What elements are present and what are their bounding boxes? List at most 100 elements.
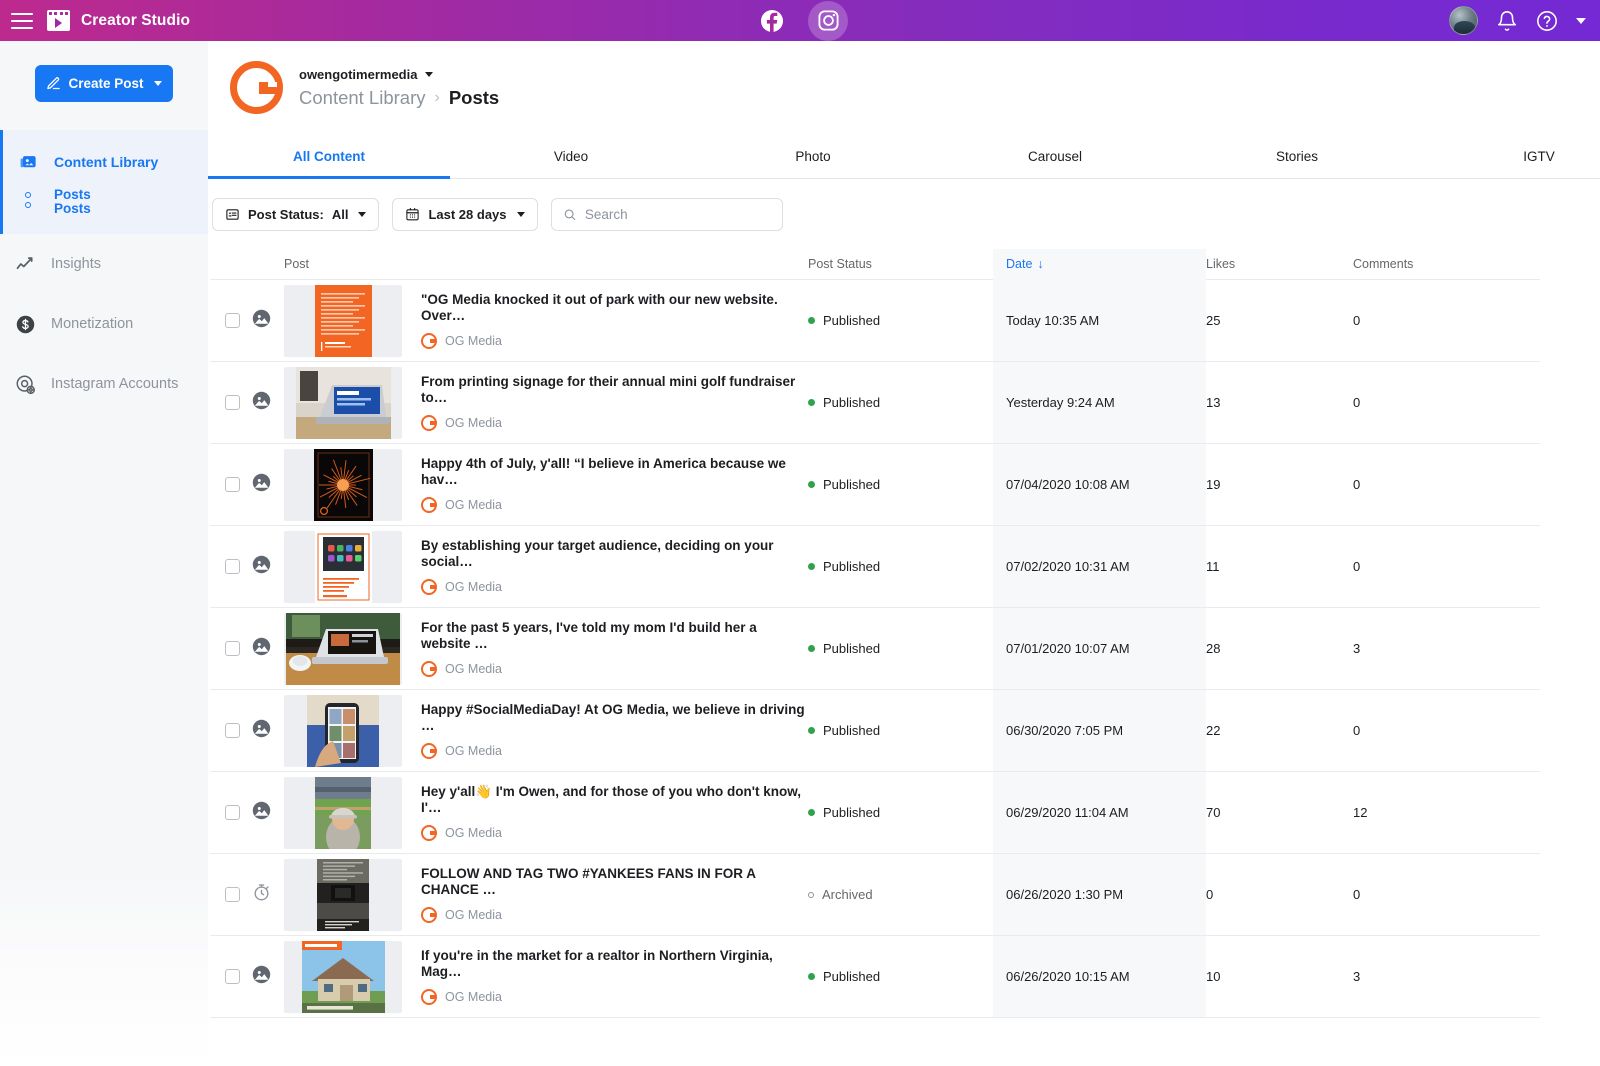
- hamburger-menu-icon[interactable]: [11, 12, 33, 29]
- status-dot-icon: [808, 563, 815, 570]
- post-thumbnail[interactable]: [284, 858, 402, 931]
- sidebar-subitem-posts[interactable]: Posts Posts: [3, 188, 208, 216]
- post-author: OG Media: [421, 989, 808, 1005]
- status-badge: Published: [808, 395, 880, 410]
- table-row[interactable]: FOLLOW AND TAG TWO #YANKEES FANS IN FOR …: [210, 854, 1540, 936]
- comments-count: 0: [1353, 313, 1361, 328]
- tab-video[interactable]: Video: [450, 136, 692, 178]
- posts-table: Post Post Status Date ↓ Likes Comments "…: [210, 248, 1540, 1018]
- account-chevron-down-icon[interactable]: [425, 71, 434, 77]
- row-checkbox[interactable]: [225, 477, 240, 492]
- tab-igtv[interactable]: IGTV: [1418, 136, 1600, 178]
- sidebar-item-instagram-accounts[interactable]: Instagram Accounts: [0, 354, 208, 414]
- account-menu-chevron-down-icon[interactable]: [1576, 17, 1586, 24]
- row-checkbox[interactable]: [225, 395, 240, 410]
- search-box[interactable]: [550, 198, 783, 231]
- row-checkbox[interactable]: [225, 313, 240, 328]
- table-row[interactable]: Hey y'all👋 I'm Owen, and for those of yo…: [210, 772, 1540, 854]
- photo-icon: [252, 473, 271, 491]
- likes-count: 25: [1206, 313, 1221, 328]
- post-title[interactable]: By establishing your target audience, de…: [421, 538, 808, 570]
- status-label: Published: [823, 805, 881, 820]
- tab-all-content[interactable]: All Content: [208, 136, 450, 179]
- table-row[interactable]: Happy #SocialMediaDay! At OG Media, we b…: [210, 690, 1540, 772]
- row-checkbox[interactable]: [225, 805, 240, 820]
- table-row[interactable]: Happy 4th of July, y'all! “I believe in …: [210, 444, 1540, 526]
- instagram-accounts-icon: [14, 374, 36, 395]
- breadcrumb-parent-link[interactable]: Content Library: [299, 87, 425, 109]
- notifications-button[interactable]: [1496, 10, 1518, 32]
- column-header-comments[interactable]: Comments: [1353, 257, 1513, 271]
- photo-icon: [252, 801, 271, 825]
- stopwatch-icon: [252, 883, 271, 907]
- post-thumbnail[interactable]: [284, 366, 402, 439]
- post-status-filter[interactable]: Post Status: All: [212, 198, 380, 231]
- sidebar-item-content-library[interactable]: Content Library: [3, 144, 208, 180]
- og-media-author-logo-icon: [421, 743, 437, 759]
- column-header-date[interactable]: Date ↓: [993, 248, 1206, 280]
- column-header-likes[interactable]: Likes: [1206, 257, 1353, 271]
- table-row[interactable]: If you're in the market for a realtor in…: [210, 936, 1540, 1018]
- table-body: "OG Media knocked it out of park with ou…: [210, 280, 1540, 1018]
- tab-stories[interactable]: Stories: [1176, 136, 1418, 178]
- post-thumbnail[interactable]: [284, 448, 402, 521]
- create-post-button[interactable]: Create Post: [35, 65, 173, 102]
- post-author-name: OG Media: [445, 416, 502, 430]
- column-header-post[interactable]: Post: [284, 257, 808, 271]
- post-thumbnail[interactable]: [284, 694, 402, 767]
- column-header-post-status[interactable]: Post Status: [808, 257, 993, 271]
- table-row[interactable]: For the past 5 years, I've told my mom I…: [210, 608, 1540, 690]
- post-thumbnail[interactable]: [284, 776, 402, 849]
- post-thumbnail[interactable]: [284, 940, 402, 1013]
- post-title[interactable]: "OG Media knocked it out of park with ou…: [421, 292, 808, 324]
- brand-home-link[interactable]: Creator Studio: [47, 10, 190, 31]
- table-row[interactable]: "OG Media knocked it out of park with ou…: [210, 280, 1540, 362]
- row-checkbox[interactable]: [225, 887, 240, 902]
- instagram-accounts-glyph: [16, 375, 35, 394]
- insights-glyph: [16, 257, 33, 270]
- likes-count: 28: [1206, 641, 1221, 656]
- row-checkbox[interactable]: [225, 559, 240, 574]
- row-checkbox[interactable]: [225, 969, 240, 984]
- search-input[interactable]: [584, 207, 771, 222]
- post-author: OG Media: [421, 415, 808, 431]
- sidebar-item-insights[interactable]: Insights: [0, 234, 208, 294]
- photo-icon: [252, 555, 271, 579]
- facebook-tab[interactable]: [752, 1, 792, 41]
- post-status-icon: [226, 209, 239, 220]
- photo-icon: [252, 801, 271, 819]
- sidebar-item-monetization[interactable]: Monetization: [0, 294, 208, 354]
- help-button[interactable]: [1536, 10, 1558, 32]
- post-title[interactable]: Happy #SocialMediaDay! At OG Media, we b…: [421, 702, 808, 734]
- instagram-tab[interactable]: [808, 0, 848, 41]
- post-title[interactable]: For the past 5 years, I've told my mom I…: [421, 620, 808, 652]
- tab-photo[interactable]: Photo: [692, 136, 934, 178]
- post-title[interactable]: From printing signage for their annual m…: [421, 374, 808, 406]
- post-title[interactable]: FOLLOW AND TAG TWO #YANKEES FANS IN FOR …: [421, 866, 808, 898]
- post-thumbnail[interactable]: [284, 530, 402, 603]
- status-label: Published: [823, 969, 881, 984]
- avatar[interactable]: [1449, 6, 1478, 35]
- date-range-filter[interactable]: Last 28 days: [392, 198, 538, 231]
- post-title[interactable]: If you're in the market for a realtor in…: [421, 948, 808, 980]
- row-checkbox[interactable]: [225, 641, 240, 656]
- comments-count: 0: [1353, 559, 1361, 574]
- post-date: 07/01/2020 10:07 AM: [1006, 641, 1130, 656]
- tab-carousel[interactable]: Carousel: [934, 136, 1176, 178]
- photo-icon: [252, 637, 271, 655]
- main-content: owengotimermedia Content Library › Posts…: [208, 41, 1600, 1066]
- likes-count: 19: [1206, 477, 1221, 492]
- comments-count: 12: [1353, 805, 1368, 820]
- og-media-author-logo-icon: [421, 907, 437, 923]
- account-selector[interactable]: owengotimermedia: [299, 67, 499, 82]
- og-media-circle-logo: [230, 61, 283, 114]
- row-checkbox[interactable]: [225, 723, 240, 738]
- post-thumbnail[interactable]: [284, 284, 402, 357]
- table-row[interactable]: From printing signage for their annual m…: [210, 362, 1540, 444]
- table-row[interactable]: By establishing your target audience, de…: [210, 526, 1540, 608]
- post-title[interactable]: Happy 4th of July, y'all! “I believe in …: [421, 456, 808, 488]
- post-thumbnail[interactable]: [284, 612, 402, 685]
- post-author: OG Media: [421, 497, 808, 513]
- post-status-filter-label: Post Status:: [248, 207, 324, 222]
- post-title[interactable]: Hey y'all👋 I'm Owen, and for those of yo…: [421, 784, 808, 816]
